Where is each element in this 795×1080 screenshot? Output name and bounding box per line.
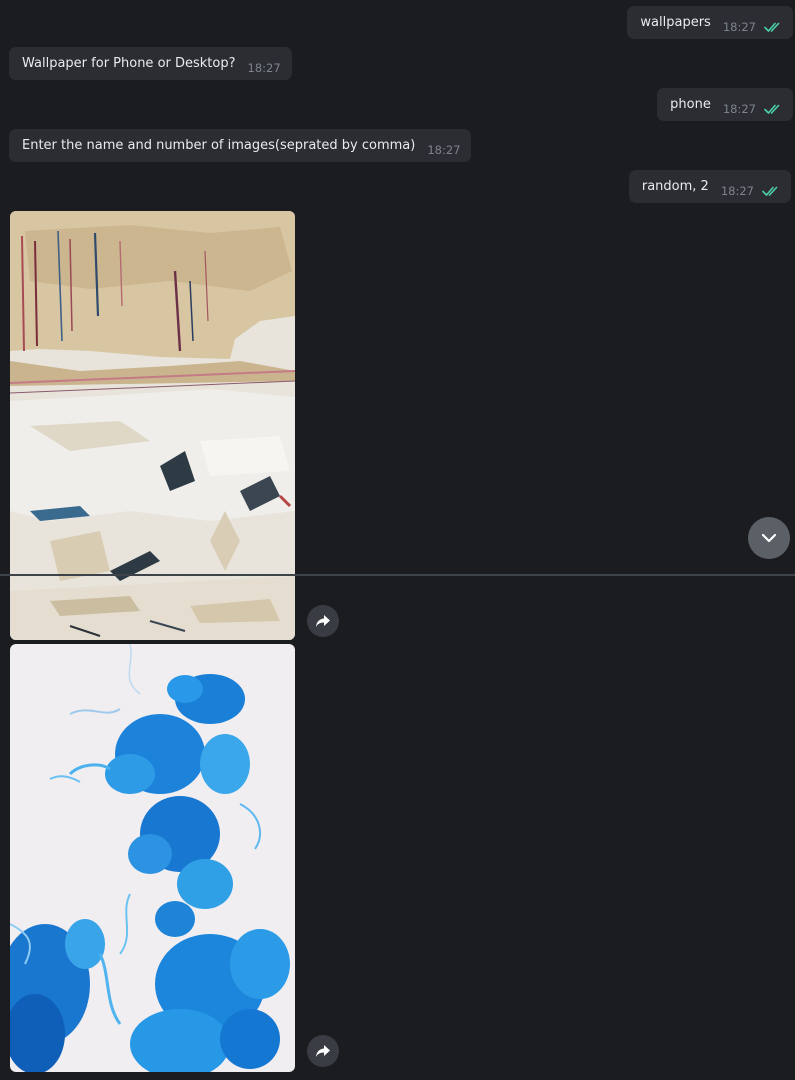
photo-blue-ink[interactable] xyxy=(10,644,295,1072)
message-text: random, 2 xyxy=(641,178,709,194)
scroll-down-button[interactable] xyxy=(748,517,790,559)
chevron-down-icon xyxy=(761,533,777,543)
message-time: 18:27 xyxy=(722,102,756,116)
share-arrow-icon xyxy=(316,1045,330,1057)
double-check-icon xyxy=(764,104,780,114)
message-text: wallpapers xyxy=(640,14,711,30)
outgoing-message[interactable]: phone 18:27 xyxy=(657,88,793,121)
incoming-message[interactable]: Wallpaper for Phone or Desktop? 18:27 xyxy=(9,47,292,80)
message-time: 18:27 xyxy=(722,20,756,34)
outgoing-message[interactable]: random, 2 18:27 xyxy=(628,170,791,203)
message-time: 18:27 xyxy=(720,184,754,198)
message-time: 18:27 xyxy=(247,61,281,75)
outgoing-message[interactable]: wallpapers 18:27 xyxy=(627,6,793,39)
incoming-message[interactable]: Enter the name and number of images(sepr… xyxy=(9,129,472,162)
message-time: 18:27 xyxy=(427,143,461,157)
message-text: Enter the name and number of images(sepr… xyxy=(22,137,416,153)
share-arrow-icon xyxy=(316,615,330,627)
divider xyxy=(0,574,795,576)
message-text: phone xyxy=(670,96,711,112)
share-button[interactable] xyxy=(307,605,339,637)
share-button[interactable] xyxy=(307,1035,339,1067)
double-check-icon xyxy=(764,22,780,32)
chat-history: wallpapers 18:27 Wallpaper for Phone or … xyxy=(0,0,795,1080)
blue-ink-image xyxy=(10,644,295,1072)
message-text: Wallpaper for Phone or Desktop? xyxy=(22,55,236,71)
double-check-icon xyxy=(762,186,778,196)
